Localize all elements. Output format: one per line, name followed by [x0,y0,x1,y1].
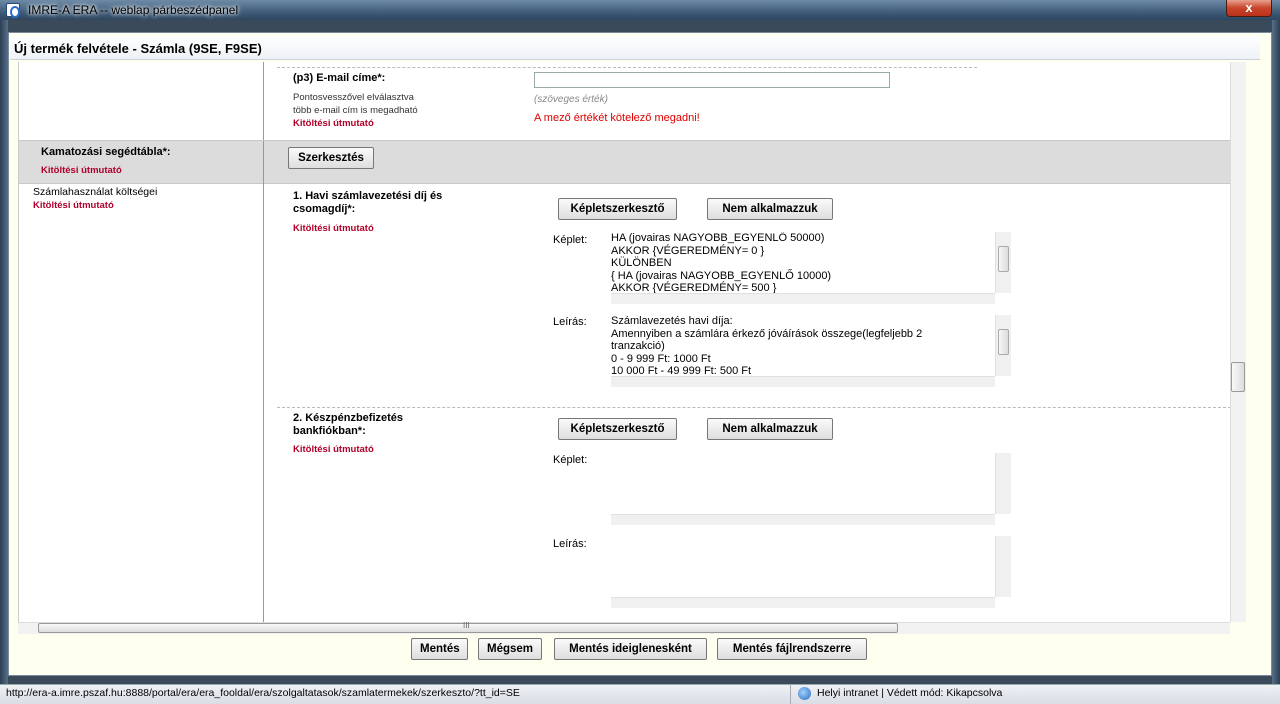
horizontal-scrollbar[interactable] [611,597,995,608]
save-to-filesystem-button[interactable]: Mentés fájlrendszerre [717,638,867,660]
fee1-description-label: Leírás: [553,316,587,328]
fee1-description-textarea[interactable]: Számlavezetés havi díja: Amennyiben a sz… [611,315,1011,387]
fee1-formula-text: HA (jovairas NAGYOBB_EGYENLŐ 50000) AKKO… [611,232,832,294]
dialog-title: Új termék felvétele - Számla (9SE, F9SE) [14,41,262,56]
edit-button[interactable]: Szerkesztés [288,147,374,169]
fee2-not-applied-button[interactable]: Nem alkalmazzuk [707,418,833,440]
status-url: http://era-a.imre.pszaf.hu:8888/portal/e… [6,687,520,699]
cancel-button[interactable]: Mégsem [478,638,542,660]
email-input[interactable] [534,72,890,88]
email-guide-link[interactable]: Kitöltési útmutató [293,118,374,129]
fee2-description-textarea[interactable] [611,536,1011,608]
horizontal-scrollbar[interactable] [611,376,995,387]
required-error: A mező értékét kötelező megadni! [534,112,700,124]
email-label: (p3) E-mail címe*: [293,72,386,84]
fee1-not-applied-button[interactable]: Nem alkalmazzuk [707,198,833,220]
fee1-title-line2: csomagdíj*: [293,203,356,215]
section-divider [277,67,977,68]
fee2-formula-textarea[interactable] [611,453,1011,525]
fee2-guide-link[interactable]: Kitöltési útmutató [293,444,374,455]
fee1-description-text: Számlavezetés havi díja: Amennyiben a sz… [611,315,923,377]
fee1-formula-textarea[interactable]: HA (jovairas NAGYOBB_EGYENLŐ 50000) AKKO… [611,232,1011,304]
window-frame-right [1272,20,1280,684]
fee1-title-line1: 1. Havi számlavezetési díj és [293,190,443,202]
fee1-guide-link[interactable]: Kitöltési útmutató [293,223,374,234]
fee1-formula-editor-button[interactable]: Képletszerkesztő [558,198,677,220]
fee2-description-label: Leírás: [553,538,587,550]
fee2-title-line2: bankfiókban*: [293,425,366,437]
security-zone-text: Helyi intranet | Védett mód: Kikapcsolva [817,687,1003,699]
interest-label: Kamatozási segédtábla*: [41,146,171,158]
horizontal-scrollbar[interactable] [611,514,995,525]
usage-label: Számlahasználat költségei [33,186,158,198]
email-note-line1: Pontosvesszővel elválasztva [293,92,414,103]
window-close-button[interactable]: x [1226,0,1272,17]
horizontal-scrollbar[interactable] [611,293,995,304]
window-title: IMRE-A ERA -- weblap párbeszédpanel [28,3,239,17]
interest-guide-link[interactable]: Kitöltési útmutató [41,165,122,176]
form-content: (p3) E-mail címe*: Pontosvesszővel elvál… [18,62,1230,622]
scroll-thumb[interactable] [998,246,1009,272]
fee2-title-line1: 2. Készpénzbefizetés [293,412,404,424]
section-divider [277,407,1230,408]
content-vertical-scroll-thumb[interactable] [1231,362,1245,392]
fee1-formula-label: Képlet: [553,234,588,246]
scroll-grip: III [463,621,470,630]
email-note-line2: több e-mail cím is megadható [293,105,418,116]
usage-guide-link[interactable]: Kitöltési útmutató [33,200,114,211]
scroll-thumb[interactable] [998,329,1009,355]
ie-page-icon [6,3,20,18]
intranet-globe-icon [798,687,811,700]
fee2-formula-label: Képlet: [553,454,588,466]
window-frame-left [0,20,8,684]
content-vertical-scrollbar[interactable] [1230,62,1246,622]
column-divider [263,62,264,140]
save-button[interactable]: Mentés [411,638,468,660]
interest-section-bar: Kamatozási segédtábla*: Kitöltési útmuta… [19,140,1230,185]
column-divider [263,184,264,622]
value-type-hint: (szöveges érték) [534,94,608,105]
vertical-scrollbar[interactable] [995,453,1011,514]
save-temporary-button[interactable]: Mentés ideiglenesként [554,638,707,660]
vertical-scrollbar[interactable] [995,536,1011,597]
vertical-scrollbar[interactable] [995,232,1011,293]
content-horizontal-scroll-thumb[interactable]: III [38,621,898,633]
fee2-formula-editor-button[interactable]: Képletszerkesztő [558,418,677,440]
column-divider [263,141,264,185]
vertical-scrollbar[interactable] [995,315,1011,376]
window-titlebar[interactable]: IMRE-A ERA -- weblap párbeszédpanel [0,0,1280,20]
